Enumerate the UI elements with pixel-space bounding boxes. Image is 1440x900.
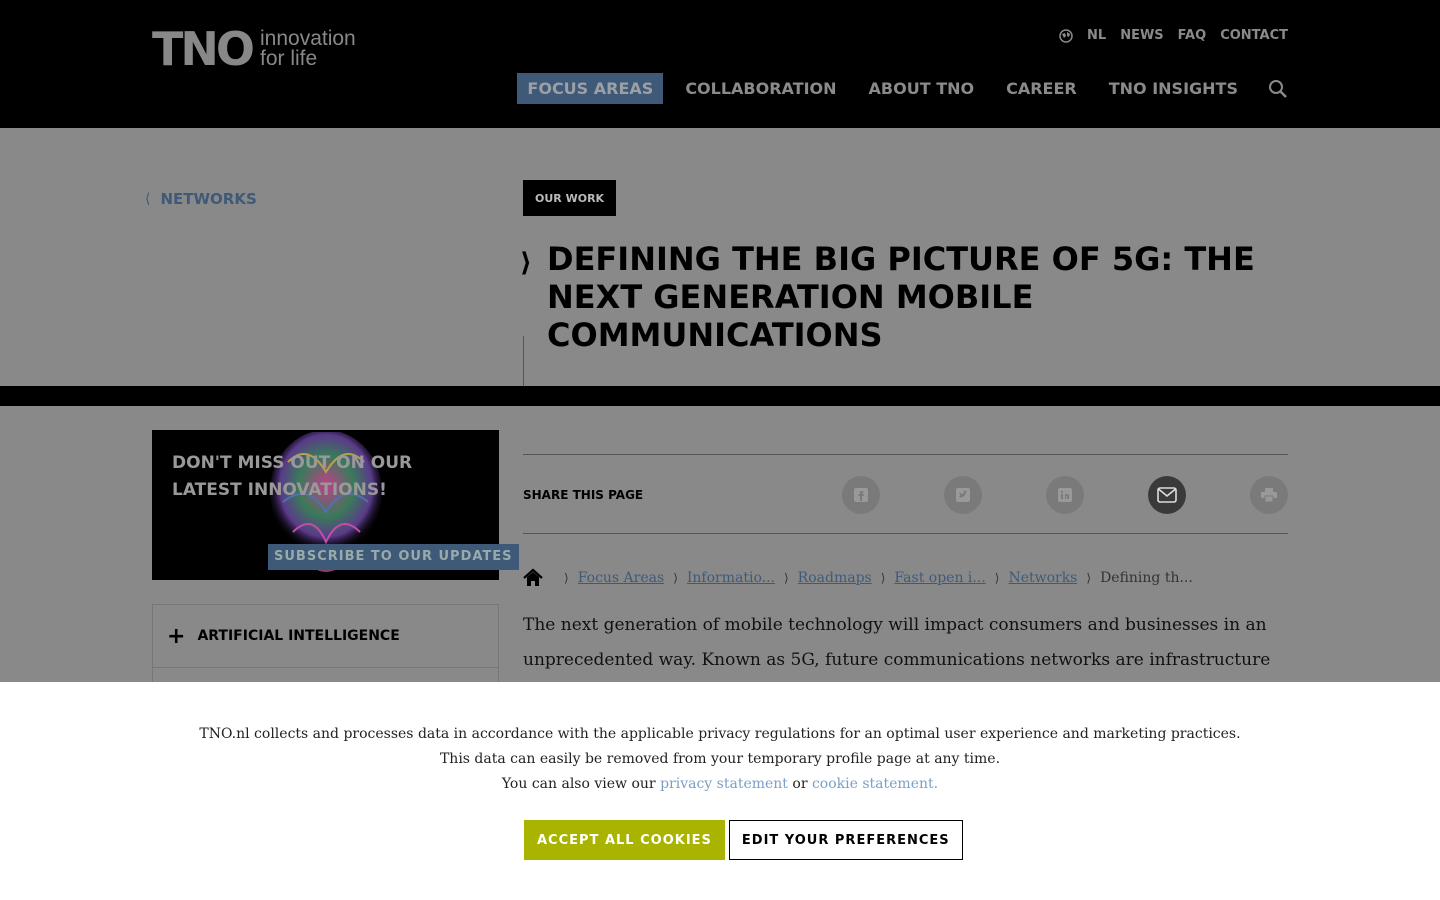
search-icon[interactable] (1268, 79, 1288, 99)
site-header: TNO innovation for life NL NEWS FAQ CONT… (0, 0, 1440, 128)
chevron-right-icon: ⟩ (783, 571, 789, 585)
hero-section: ⟨ NETWORKS OUR WORK ⟩ DEFINING THE BIG P… (0, 128, 1440, 386)
edit-preferences-button[interactable]: EDIT YOUR PREFERENCES (728, 820, 963, 860)
nav-career[interactable]: CAREER (996, 73, 1087, 104)
nav-focus-areas[interactable]: FOCUS AREAS (517, 73, 664, 104)
chevron-right-icon: ⟩ (880, 571, 886, 585)
breadcrumb-current: Defining th... (1100, 570, 1193, 586)
cookie-line-3-prefix: You can also view our (501, 776, 656, 792)
faq-link[interactable]: FAQ (1178, 28, 1207, 43)
logo-tagline-2: for life (259, 47, 318, 70)
cookie-line-3: You can also view our privacy statement … (0, 772, 1440, 797)
facebook-icon[interactable] (842, 476, 880, 514)
divider (523, 336, 524, 386)
accept-all-cookies-button[interactable]: ACCEPT ALL COOKIES (524, 820, 725, 860)
breadcrumb-roadmaps[interactable]: Roadmaps (798, 570, 872, 586)
news-link[interactable]: NEWS (1120, 28, 1163, 43)
nav-about-tno[interactable]: ABOUT TNO (859, 73, 985, 104)
cookie-statement-link[interactable]: cookie statement. (812, 776, 938, 792)
cookie-line-1: TNO.nl collects and processes data in ac… (199, 726, 1241, 742)
home-icon[interactable] (523, 568, 543, 588)
divider-bar (0, 386, 1440, 406)
breadcrumb-networks[interactable]: Networks (1008, 570, 1077, 586)
breadcrumb-fast-open[interactable]: Fast open i... (894, 570, 985, 586)
logo-mark: TNO (152, 22, 255, 76)
nav-tno-insights[interactable]: TNO INSIGHTS (1099, 73, 1248, 104)
chevron-left-icon: ⟨ (145, 191, 151, 207)
cookie-actions: ACCEPT ALL COOKIES EDIT YOUR PREFERENCES (524, 820, 963, 860)
cookie-or: or (792, 776, 808, 792)
share-label: SHARE THIS PAGE (523, 488, 644, 502)
globe-icon[interactable] (1059, 28, 1073, 43)
print-icon[interactable] (1250, 476, 1288, 514)
breadcrumb-information[interactable]: Informatio... (687, 570, 775, 586)
promo-title: DON'T MISS OUT ON OUR LATEST INNOVATIONS… (172, 453, 413, 500)
chevron-right-icon: ⟩ (520, 248, 532, 278)
page-title: DEFINING THE BIG PICTURE OF 5G: THE NEXT… (547, 240, 1255, 354)
twitter-icon[interactable] (944, 476, 982, 514)
cookie-text: TNO.nl collects and processes data in ac… (0, 722, 1440, 797)
plus-icon: + (167, 623, 186, 649)
back-link-label: NETWORKS (160, 190, 257, 208)
breadcrumb-focus-areas[interactable]: Focus Areas (578, 570, 665, 586)
nav-collaboration[interactable]: COLLABORATION (675, 73, 846, 104)
cookie-line-2: This data can easily be removed from you… (439, 751, 1001, 767)
back-to-networks-link[interactable]: ⟨ NETWORKS (145, 190, 257, 208)
language-nl-link[interactable]: NL (1087, 28, 1106, 43)
linkedin-icon[interactable] (1046, 476, 1084, 514)
chevron-right-icon: ⟩ (994, 571, 1000, 585)
privacy-statement-link[interactable]: privacy statement (660, 776, 788, 792)
main-nav: FOCUS AREAS COLLABORATION ABOUT TNO CARE… (505, 73, 1288, 104)
top-nav: NL NEWS FAQ CONTACT (1059, 28, 1288, 43)
share-bar: SHARE THIS PAGE (523, 454, 1288, 534)
cookie-banner: TNO.nl collects and processes data in ac… (0, 682, 1440, 900)
logo-tagline: innovation for life (259, 28, 356, 70)
contact-link[interactable]: CONTACT (1220, 28, 1288, 43)
chevron-right-icon: ⟩ (673, 571, 678, 585)
chevron-right-icon: ⟩ (564, 571, 569, 585)
accordion-item-artificial-intelligence[interactable]: + ARTIFICIAL INTELLIGENCE (153, 605, 498, 668)
tno-logo[interactable]: TNO innovation for life (152, 22, 356, 76)
category-tag[interactable]: OUR WORK (523, 180, 617, 216)
subscribe-button[interactable]: SUBSCRIBE TO OUR UPDATES (268, 544, 519, 570)
email-icon[interactable] (1148, 476, 1186, 514)
accordion-item-label: ARTIFICIAL INTELLIGENCE (197, 628, 400, 644)
chevron-right-icon: ⟩ (1086, 571, 1092, 585)
breadcrumb: ⟩ Focus Areas ⟩ Informatio... ⟩ Roadmaps… (523, 568, 1193, 588)
